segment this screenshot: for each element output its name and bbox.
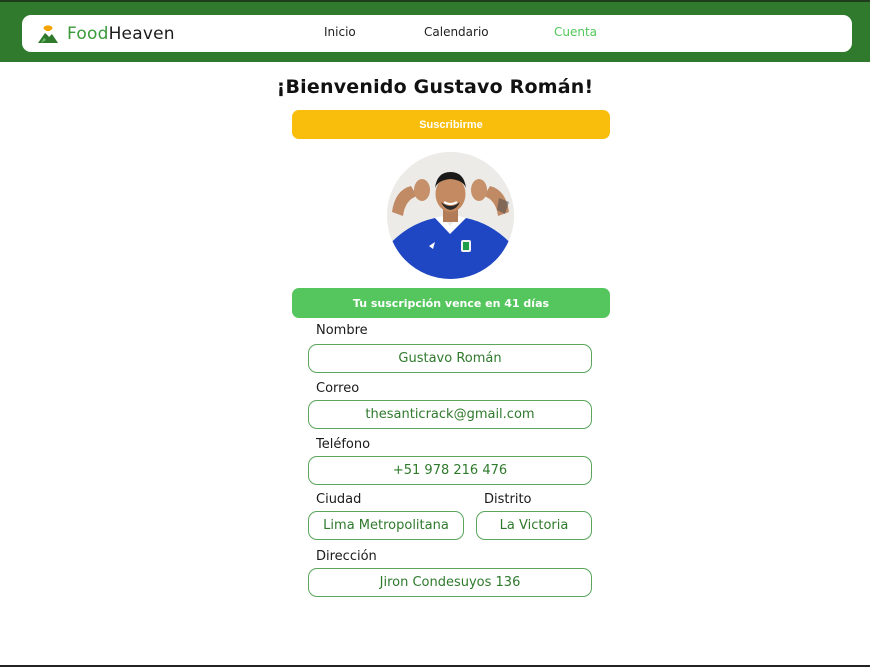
direccion-field[interactable]	[308, 568, 592, 597]
ciudad-field[interactable]	[308, 511, 464, 540]
subscribe-button[interactable]: Suscribirme	[292, 110, 610, 139]
navbar: FoodHeaven Inicio Calendario Cuenta	[22, 15, 852, 52]
header-bar: FoodHeaven Inicio Calendario Cuenta	[0, 0, 870, 62]
nav-calendario[interactable]: Calendario	[424, 25, 489, 39]
nav-inicio[interactable]: Inicio	[324, 25, 356, 39]
correo-field[interactable]	[308, 400, 592, 429]
correo-label: Correo	[316, 381, 360, 396]
telefono-label: Teléfono	[316, 437, 371, 452]
avatar	[387, 152, 514, 279]
direccion-label: Dirección	[316, 549, 377, 564]
subscription-status-badge: Tu suscripción vence en 41 días	[292, 288, 610, 318]
telefono-field[interactable]	[308, 456, 592, 485]
nav-cuenta[interactable]: Cuenta	[554, 25, 597, 39]
chef-hat-logo-icon	[36, 22, 60, 46]
nombre-label: Nombre	[316, 323, 368, 338]
distrito-field[interactable]	[476, 511, 592, 540]
brand-name: FoodHeaven	[67, 24, 175, 44]
distrito-label: Distrito	[484, 492, 532, 507]
nombre-field[interactable]	[308, 344, 592, 373]
welcome-heading: ¡Bienvenido Gustavo Román!	[276, 76, 594, 98]
brand-logo[interactable]: FoodHeaven	[36, 22, 175, 46]
ciudad-label: Ciudad	[316, 492, 362, 507]
